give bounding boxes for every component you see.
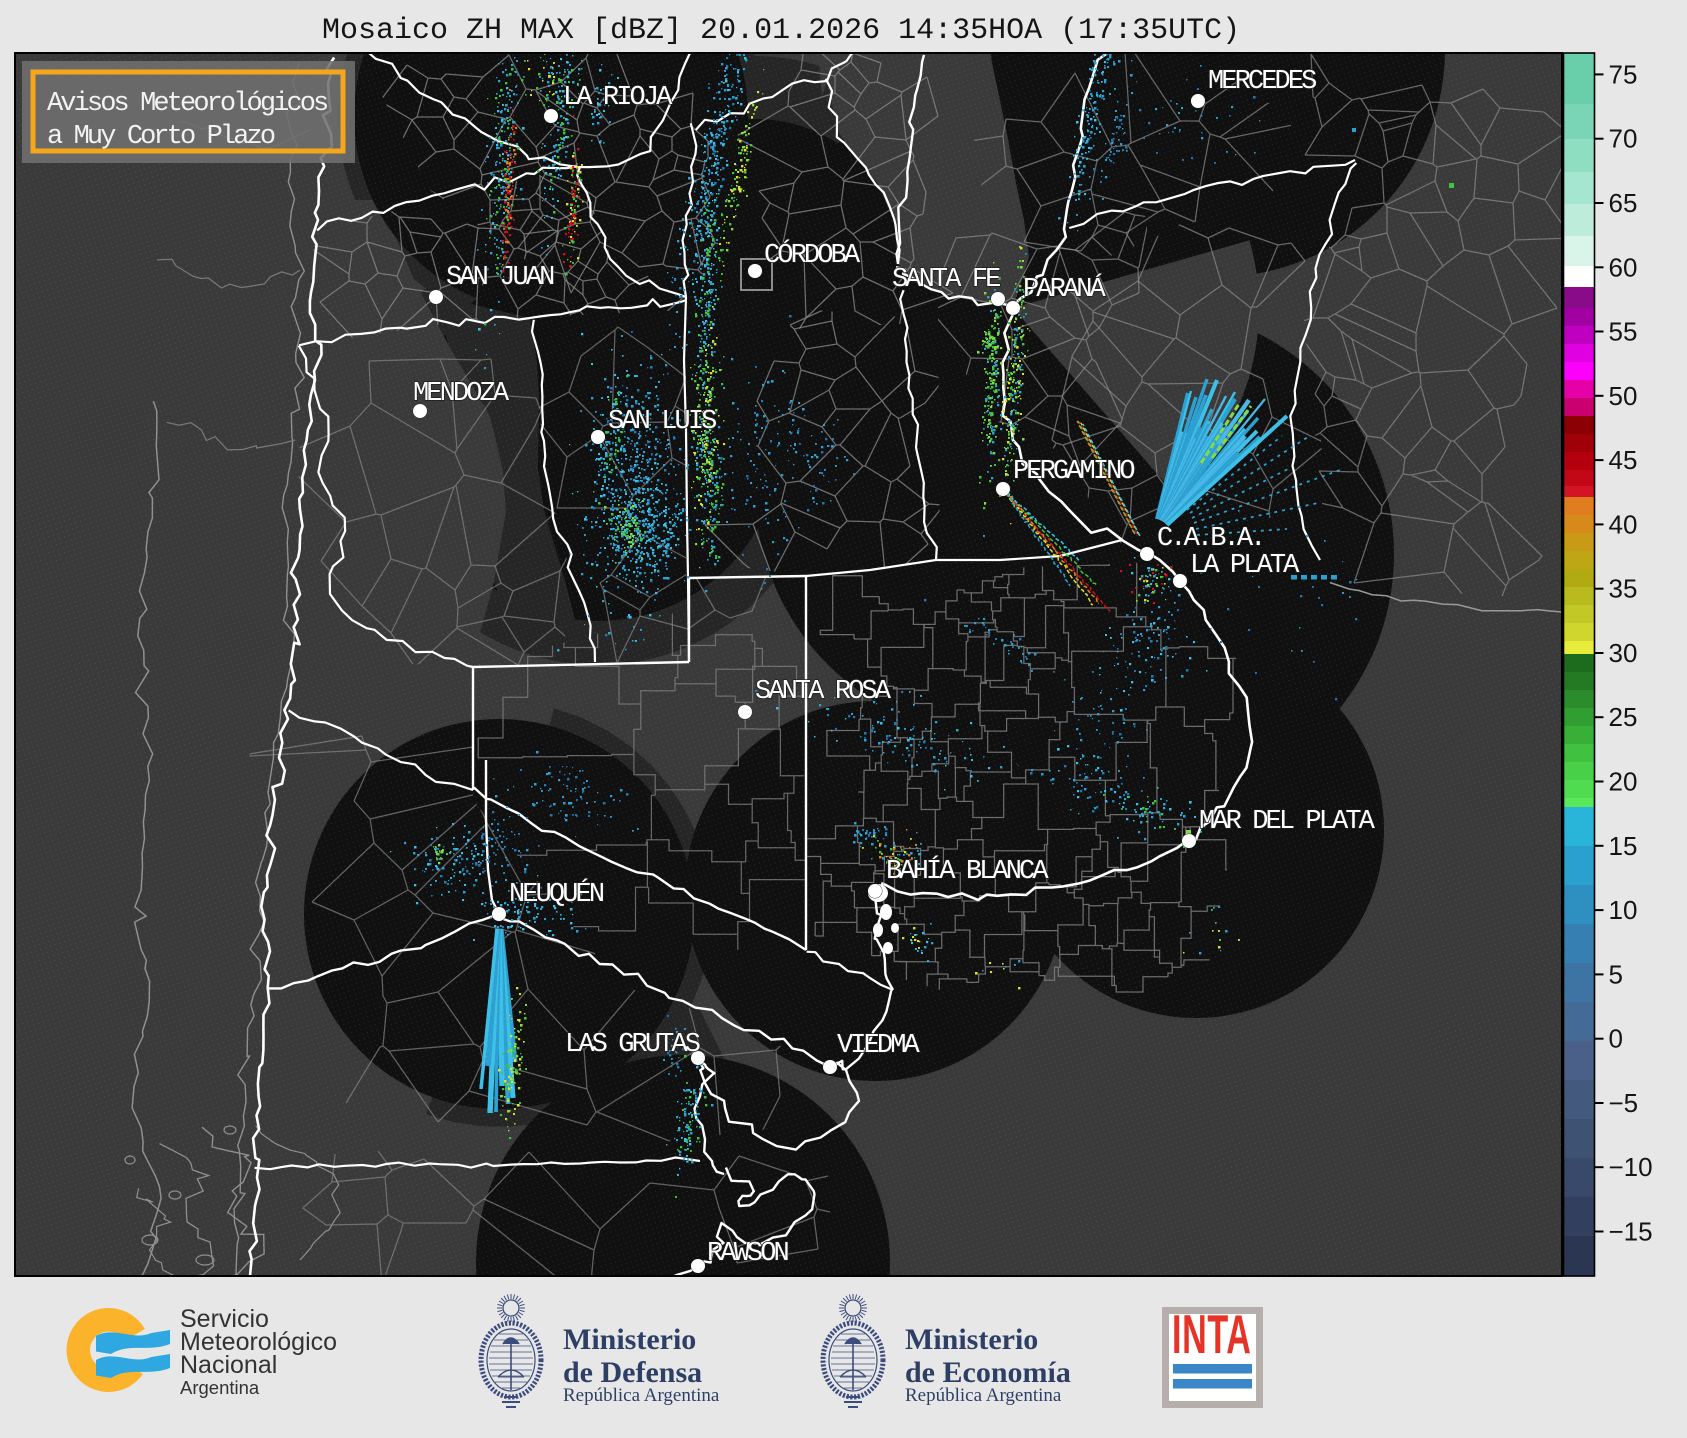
svg-text:Mosaico ZH MAX [dBZ] 20.01.202: Mosaico ZH MAX [dBZ] 20.01.2026 14:35HOA… [322, 14, 1240, 48]
